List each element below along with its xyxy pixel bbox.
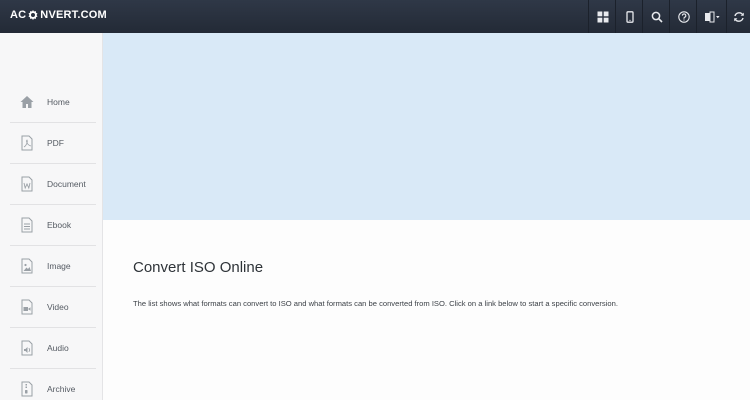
search-button[interactable]: [642, 0, 671, 33]
sidebar-item-pdf[interactable]: PDF: [10, 123, 96, 164]
help-button[interactable]: [669, 0, 698, 33]
image-icon: [18, 257, 36, 275]
grid-icon: [597, 11, 609, 22]
banner-area: [103, 33, 750, 220]
gear-icon: [28, 10, 38, 20]
sidebar-item-label: Home: [47, 97, 70, 107]
sidebar-item-label: Video: [47, 302, 69, 312]
audio-icon: [18, 339, 36, 357]
sidebar-item-archive[interactable]: Archive: [10, 369, 96, 409]
sidebar-item-label: Archive: [47, 384, 76, 394]
mobile-button[interactable]: [615, 0, 644, 33]
sidebar-item-label: Document: [47, 179, 86, 189]
sidebar-item-image[interactable]: Image: [10, 246, 96, 287]
help-icon: [678, 10, 690, 23]
sidebar-item-ebook[interactable]: Ebook: [10, 205, 96, 246]
language-button[interactable]: [696, 0, 727, 33]
top-navbar: AC NVERT.COM: [0, 0, 750, 33]
document-icon: [18, 175, 36, 193]
archive-icon: [18, 380, 36, 398]
sidebar-item-home[interactable]: Home: [10, 82, 96, 123]
mobile-icon: [626, 10, 634, 23]
logo-text-left: AC: [10, 9, 27, 21]
sidebar-item-video[interactable]: Video: [10, 287, 96, 328]
sidebar-item-label: Image: [47, 261, 71, 271]
home-icon: [18, 93, 36, 111]
search-icon: [651, 11, 663, 23]
sidebar-item-label: PDF: [47, 138, 64, 148]
video-icon: [18, 298, 36, 316]
language-icon: [705, 11, 720, 22]
sidebar-item-document[interactable]: Document: [10, 164, 96, 205]
grid-button[interactable]: [588, 0, 617, 33]
site-logo[interactable]: AC NVERT.COM: [10, 9, 107, 21]
sidebar-item-label: Audio: [47, 343, 69, 353]
page-title: Convert ISO Online: [133, 259, 264, 276]
main-content: Convert ISO Online The list shows what f…: [103, 220, 750, 400]
sidebar-item-label: Ebook: [47, 220, 72, 230]
page-description: The list shows what formats can convert …: [133, 299, 618, 308]
sidebar: Home PDF Document Ebook Image Video Audi…: [0, 33, 103, 400]
ebook-icon: [18, 216, 36, 234]
logo-text-right: NVERT.COM: [40, 9, 107, 21]
refresh-icon: [734, 11, 744, 22]
refresh-button[interactable]: [726, 0, 750, 33]
pdf-icon: [18, 134, 36, 152]
sidebar-item-audio[interactable]: Audio: [10, 328, 96, 369]
